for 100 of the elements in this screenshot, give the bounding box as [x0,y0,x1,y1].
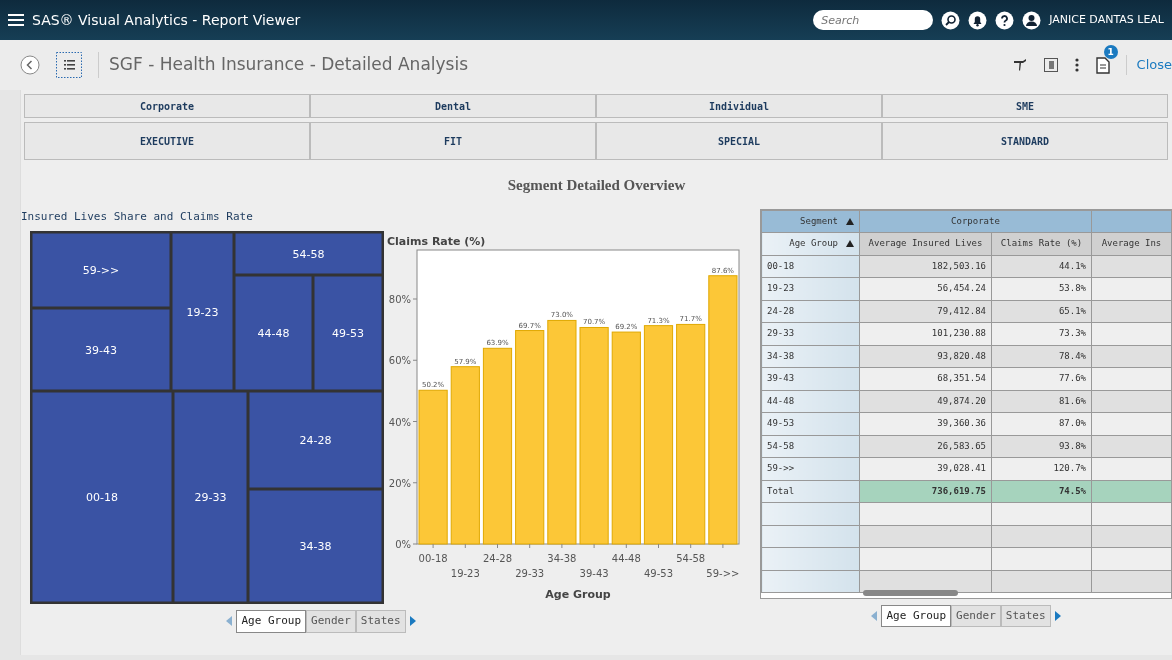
app-title: SAS® Visual Analytics - Report Viewer [32,10,301,30]
x-tick [625,543,627,549]
x-tick [658,543,659,549]
row-header: 39-43 [761,367,860,390]
row-header: 34-38 [761,345,860,368]
category-label: 59->> [706,568,740,579]
search-icon[interactable] [941,10,961,30]
table-cell: 39,028.41 [859,457,992,480]
right-arrow-icon[interactable] [1054,610,1061,621]
x-tick [593,543,595,549]
bar[interactable] [482,347,513,545]
tick-label: 80% [388,294,411,305]
tile-label: 19-23 [186,305,219,319]
close-link[interactable]: Close [1125,55,1172,75]
table-cell: 182,503.16 [859,255,992,278]
user-name[interactable]: JANICE DANTAS LEAL [1049,11,1164,29]
back-icon[interactable] [20,55,40,75]
category-label: 34-38 [547,553,577,564]
x-tick [432,543,434,549]
bar[interactable] [418,389,448,545]
bar[interactable] [643,325,674,545]
x-tick [464,543,466,549]
panel-icon[interactable] [1043,57,1058,73]
bar[interactable] [579,327,609,545]
table-cell: 68,351.54 [859,367,992,390]
tick-label: 20% [388,477,411,489]
more-icon[interactable] [1073,57,1080,73]
treemap-tile[interactable] [174,392,247,602]
segment-button[interactable]: Individual [596,94,882,118]
report-title: SGF - Health Insurance - Detailed Analysis [98,52,469,78]
tab[interactable]: Age Group [236,610,307,633]
segment-button[interactable]: FIT [310,122,596,160]
treemap-tile[interactable] [249,490,382,602]
bell-icon[interactable] [968,10,988,30]
x-tick [497,543,498,549]
segment-button[interactable]: Corporate [24,94,310,118]
notification-badge: 1 [1103,45,1118,59]
tab[interactable]: Gender [951,604,1001,627]
x-tick [561,543,563,549]
help-icon[interactable] [995,10,1015,30]
column-header: Age Group [789,237,838,250]
document-icon[interactable] [1095,57,1110,74]
row-header: 00-18 [761,255,860,278]
segment-button[interactable]: EXECUTIVE [24,122,310,160]
treemap-tile[interactable] [32,392,172,602]
tile-label: 39-43 [85,343,117,357]
treemap-tile[interactable] [235,276,312,390]
category-label: 24-28 [482,553,513,564]
tick-label: 0% [395,539,411,550]
tab[interactable]: Gender [306,610,356,633]
axis-title: Age Group [545,588,611,601]
left-arrow-icon[interactable] [871,610,878,621]
category-label: 54-58 [676,553,706,564]
category-label: 44-48 [611,553,641,564]
tick-label: 60% [388,355,411,367]
x-tick [722,543,724,549]
segment-button[interactable]: SPECIAL [596,122,882,160]
sort-icon[interactable] [846,217,854,225]
treemap-tile[interactable] [32,309,170,390]
category-label: 39-43 [579,568,609,579]
bar[interactable] [611,331,641,545]
column-header: Segment [800,214,838,228]
bar[interactable] [547,319,577,545]
menu-icon[interactable] [8,13,24,27]
bar[interactable] [676,323,706,545]
tile-label: 34-38 [299,540,332,553]
user-icon[interactable] [1022,10,1042,30]
treemap-tile[interactable] [249,392,382,488]
bar[interactable] [450,366,480,545]
tile-label: 49-53 [332,327,364,340]
tick-label: 40% [388,416,411,428]
left-arrow-icon[interactable] [226,616,233,627]
treemap-tile[interactable] [235,233,382,274]
treemap-tile[interactable] [32,233,170,307]
bar[interactable] [708,275,738,545]
table-cell: 39,360.36 [859,412,992,435]
tab[interactable]: States [355,610,406,633]
scrollbar-thumb[interactable] [863,589,958,596]
sort-icon[interactable] [846,240,854,248]
treemap-tile[interactable] [314,276,382,390]
segment-button[interactable]: SME [882,94,1168,118]
right-arrow-icon[interactable] [409,616,416,627]
bar[interactable] [515,330,545,545]
x-tick [690,543,692,549]
chart-title: Claims Rate (%) [387,235,486,248]
search-field[interactable]: Search [813,10,934,30]
outline-icon[interactable] [56,52,82,78]
row-header: 24-28 [761,300,860,323]
row-header: 29-33 [761,322,860,345]
row-header: 19-23 [761,277,860,300]
tab[interactable]: Age Group [881,604,952,627]
segment-button[interactable]: Dental [310,94,596,118]
category-label: 00-18 [418,553,448,564]
row-header: 44-48 [761,390,860,413]
tab[interactable]: States [1000,604,1051,627]
table-cell: 93,820.48 [859,345,992,368]
segment-button[interactable]: STANDARD [882,122,1168,160]
pin-icon[interactable] [1011,57,1028,73]
treemap-tile[interactable] [172,233,233,390]
table-cell: 101,230.88 [859,322,992,345]
